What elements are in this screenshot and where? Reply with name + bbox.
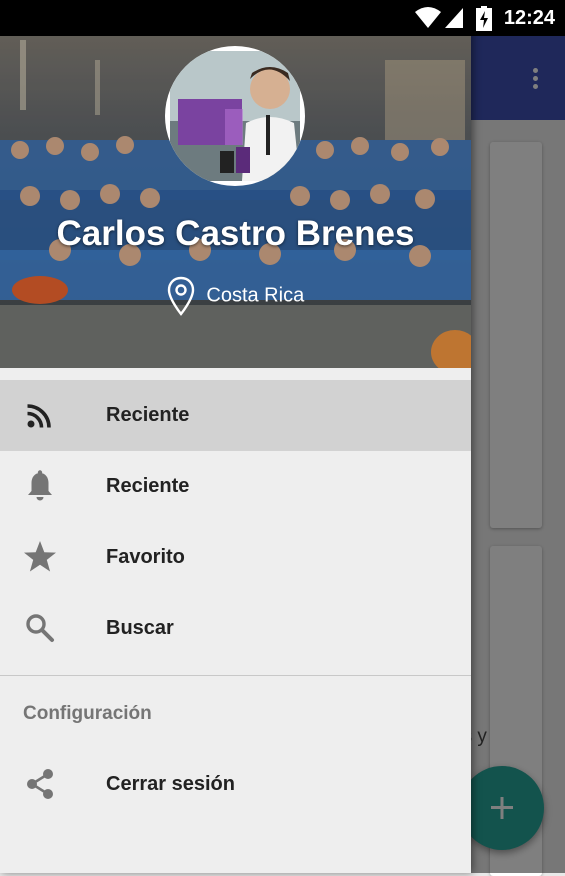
menu-item-reciente-feed[interactable]: Reciente (0, 380, 471, 451)
menu-item-cerrar-sesion[interactable]: Cerrar sesión (0, 749, 471, 820)
menu-item-buscar[interactable]: Buscar (0, 593, 471, 664)
signal-icon (445, 8, 463, 28)
menu-item-label: Favorito (106, 546, 185, 568)
battery-charging-icon (476, 6, 492, 31)
drawer-menu: Reciente Reciente Favorito Buscar (0, 380, 471, 664)
settings-section-title: Configuración (23, 703, 152, 724)
profile-avatar[interactable] (165, 46, 305, 186)
share-icon (27, 769, 53, 799)
wifi-icon (415, 7, 441, 28)
status-time: 12:24 (503, 7, 555, 29)
menu-item-reciente-notifications[interactable]: Reciente (0, 451, 471, 522)
menu-item-label: Buscar (106, 617, 174, 639)
menu-item-label: Reciente (106, 404, 190, 426)
avatar-photo (170, 51, 300, 181)
rss-feed-icon (27, 404, 51, 428)
menu-divider (0, 675, 471, 676)
profile-location: Costa Rica (0, 276, 471, 316)
navigation-drawer: Carlos Castro Brenes Costa Rica Reciente (0, 0, 471, 873)
settings-menu: Cerrar sesión (0, 749, 471, 820)
location-pin-icon (167, 276, 195, 316)
status-bar: 12:24 (0, 0, 565, 36)
menu-item-label: Reciente (106, 475, 190, 497)
search-icon (26, 614, 54, 642)
menu-item-favorito[interactable]: Favorito (0, 522, 471, 593)
drawer-header: Carlos Castro Brenes Costa Rica (0, 0, 471, 368)
location-text: Costa Rica (206, 284, 305, 307)
star-icon (24, 541, 56, 572)
bell-icon (28, 470, 52, 501)
profile-name: Carlos Castro Brenes (56, 214, 415, 253)
menu-item-label: Cerrar sesión (106, 773, 235, 795)
